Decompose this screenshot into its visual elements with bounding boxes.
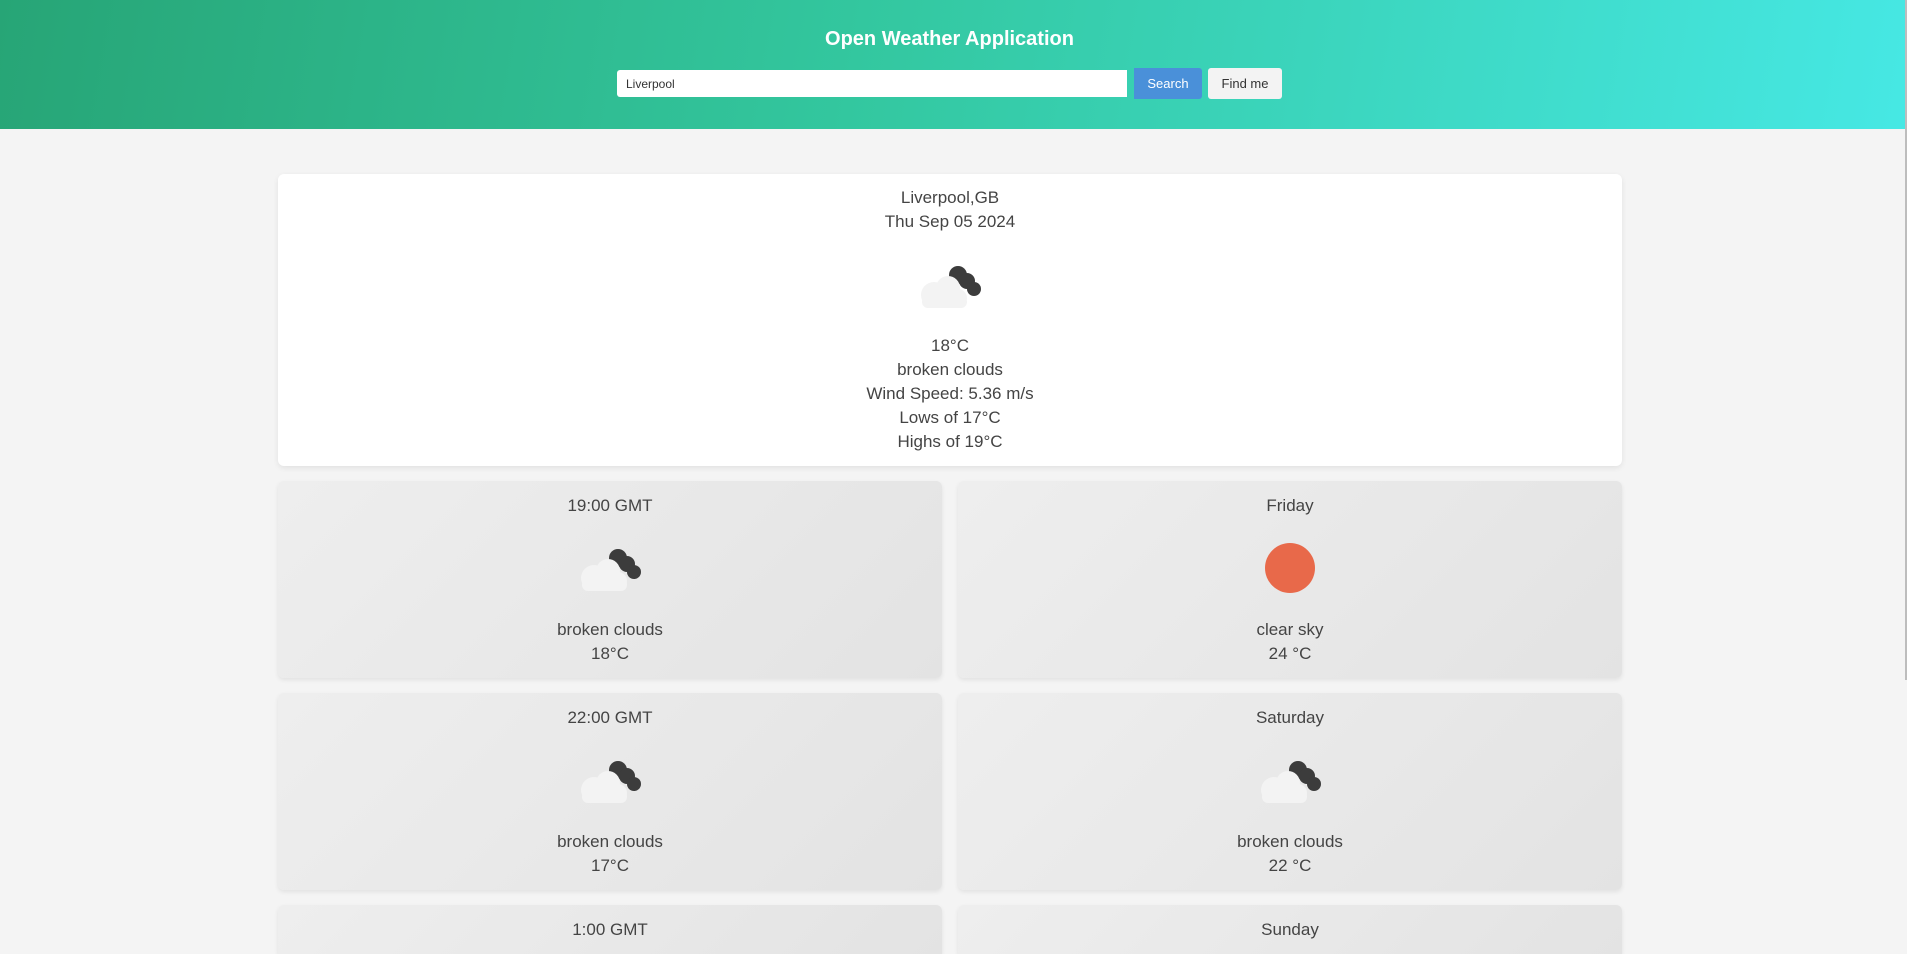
app-title: Open Weather Application (825, 28, 1074, 50)
broken-clouds-icon (574, 755, 646, 805)
forecast-temp: 18°C (591, 644, 629, 663)
forecast-day: Sunday (1261, 920, 1319, 939)
forecast-day: Saturday (1255, 708, 1325, 727)
forecast-description: broken clouds (1237, 832, 1343, 851)
broken-clouds-icon (1254, 755, 1326, 805)
broken-clouds-icon (914, 260, 986, 310)
broken-clouds-icon (574, 543, 646, 593)
forecast-temp: 24 °C (1268, 644, 1312, 663)
forecast-time: 22:00 GMT (567, 708, 653, 727)
forecast-time: 19:00 GMT (567, 496, 653, 515)
high-temp: Highs of 19°C (897, 432, 1003, 451)
current-description: broken clouds (897, 360, 1003, 379)
hourly-forecast-card: 19:00 GMT broken clouds 18°C (278, 481, 942, 678)
forecast-description: broken clouds (557, 832, 663, 851)
current-weather-card: Liverpool,GB Thu Sep 05 2024 18°C broken… (278, 174, 1622, 466)
forecast-temp: 22 °C (1268, 856, 1312, 875)
daily-forecast-card: Saturday broken clouds 22 °C (958, 693, 1622, 890)
low-temp: Lows of 17°C (899, 408, 1001, 427)
current-temp: 18°C (931, 336, 969, 355)
city-search-input[interactable] (617, 70, 1127, 97)
app-header: Open Weather Application Search Find me (0, 0, 1905, 129)
daily-forecast-card: Sunday (958, 905, 1622, 954)
forecast-description: broken clouds (557, 620, 663, 639)
date-label: Thu Sep 05 2024 (884, 212, 1016, 231)
forecast-description: clear sky (1256, 620, 1324, 639)
location-label: Liverpool,GB (900, 188, 1000, 207)
clear-sky-icon (1265, 543, 1315, 593)
wind-speed: Wind Speed: 5.36 m/s (866, 384, 1034, 403)
hourly-forecast-card: 22:00 GMT broken clouds 17°C (278, 693, 942, 890)
forecast-time: 1:00 GMT (572, 920, 648, 939)
daily-forecast-card: Friday clear sky 24 °C (958, 481, 1622, 678)
forecast-temp: 17°C (591, 856, 629, 875)
find-me-button[interactable]: Find me (1208, 68, 1282, 99)
hourly-forecast-card: 1:00 GMT (278, 905, 942, 954)
forecast-day: Friday (1266, 496, 1314, 515)
search-button[interactable]: Search (1134, 68, 1202, 99)
